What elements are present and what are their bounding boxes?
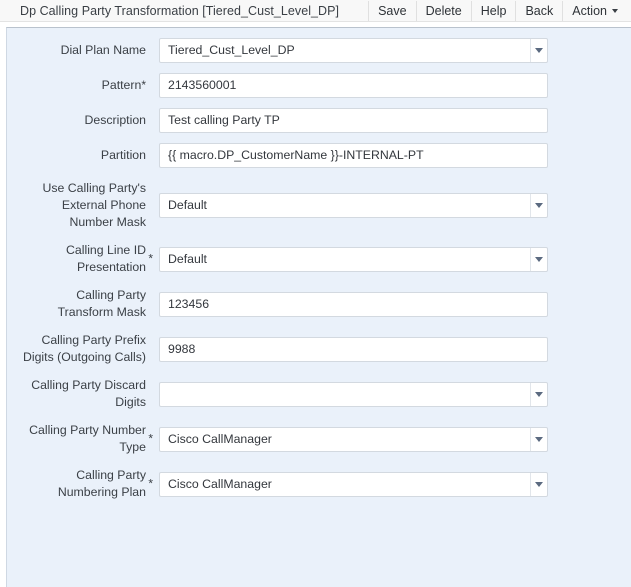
partition-input[interactable] [159, 142, 548, 168]
chevron-down-icon [535, 481, 543, 487]
field-wrapper-pattern [159, 72, 548, 98]
label-calling-line-id-presentation: Calling Line ID Presentation * [7, 242, 153, 276]
chevron-down-icon [535, 47, 543, 53]
label-calling-party-number-type: Calling Party Number Type * [7, 422, 153, 456]
chevron-down-icon [535, 436, 543, 442]
form-row-calling-party-discard-digits: Calling Party Discard Digits [7, 377, 631, 411]
page-title: Dp Calling Party Transformation [Tiered_… [20, 3, 340, 18]
action-menu-button[interactable]: Action [563, 0, 627, 22]
external-phone-number-mask-select[interactable]: Default [159, 193, 548, 218]
form-row-external-phone-number-mask: Use Calling Party's External Phone Numbe… [7, 180, 631, 231]
label-external-phone-number-mask: Use Calling Party's External Phone Numbe… [42, 181, 147, 229]
form-row-calling-party-numbering-plan: Calling Party Numbering Plan * Cisco Call… [7, 467, 631, 501]
action-menu-label: Action [572, 4, 607, 18]
field-wrapper-calling-party-number-type: Cisco CallManager [159, 426, 548, 452]
field-wrapper-partition [159, 142, 548, 168]
window-titlebar: Dp Calling Party Transformation [Tiered_… [0, 0, 631, 22]
calling-party-number-type-select[interactable]: Cisco CallManager [159, 426, 548, 452]
form-row-calling-line-id-presentation: Calling Line ID Presentation * Default [7, 242, 631, 276]
pattern-input[interactable] [159, 72, 548, 98]
label-partition: Partition [100, 147, 146, 162]
calling-party-numbering-plan-select[interactable]: Cisco CallManager [159, 471, 548, 497]
form-row-description: Description [7, 106, 631, 134]
titlebar-action-group: Save Delete Help Back Action [368, 0, 627, 22]
label-pattern-text: Pattern [101, 77, 142, 92]
field-wrapper-dial-plan-name: Tiered_Cust_Level_DP [159, 37, 548, 63]
label-description: Description [84, 112, 146, 127]
form-row-partition: Partition [7, 141, 631, 169]
field-wrapper-calling-party-discard-digits [159, 381, 548, 407]
back-button[interactable]: Back [516, 0, 562, 22]
label-calling-party-discard-digits: Calling Party Discard Digits [31, 378, 146, 409]
form-row-dial-plan-name: Dial Plan Name Tiered_Cust_Level_DP [7, 36, 631, 64]
calling-party-transform-mask-input[interactable] [159, 291, 548, 317]
form-row-pattern: Pattern* [7, 71, 631, 99]
dial-plan-name-dropdown-button[interactable] [530, 38, 547, 62]
form-row-calling-party-transform-mask: Calling Party Transform Mask [7, 287, 631, 321]
label-calling-party-transform-mask: Calling Party Transform Mask [57, 288, 146, 319]
label-calling-party-numbering-plan-text: Calling Party Numbering Plan [57, 468, 146, 499]
calling-party-prefix-digits-input[interactable] [159, 336, 548, 362]
chevron-down-icon [535, 391, 543, 397]
help-button[interactable]: Help [472, 0, 516, 22]
calling-party-discard-digits-select[interactable] [159, 381, 548, 407]
label-pattern: Pattern* [7, 77, 146, 94]
label-calling-party-prefix-digits: Calling Party Prefix Digits (Outgoing Ca… [22, 333, 146, 364]
chevron-down-icon [612, 9, 618, 13]
delete-button[interactable]: Delete [417, 0, 471, 22]
dial-plan-name-select[interactable]: Tiered_Cust_Level_DP [159, 37, 548, 63]
field-wrapper-description [159, 107, 548, 133]
calling-party-discard-digits-dropdown-button[interactable] [530, 382, 547, 406]
field-wrapper-calling-party-transform-mask [159, 291, 548, 317]
field-wrapper-calling-line-id-presentation: Default [159, 246, 548, 272]
required-asterisk: * [148, 476, 153, 491]
label-calling-party-number-type-text: Calling Party Number Type [29, 423, 146, 454]
description-input[interactable] [159, 107, 548, 133]
help-button-label: Help [480, 4, 507, 18]
field-wrapper-calling-party-prefix-digits [159, 336, 548, 362]
calling-line-id-presentation-select[interactable]: Default [159, 246, 548, 272]
external-phone-number-mask-dropdown-button[interactable] [530, 194, 547, 217]
form-row-calling-party-number-type: Calling Party Number Type * Cisco CallMan… [7, 422, 631, 456]
save-button[interactable]: Save [369, 0, 416, 22]
label-calling-line-id-presentation-text: Calling Line ID Presentation [66, 243, 146, 274]
field-wrapper-external-phone-number-mask: Default [159, 193, 548, 218]
required-asterisk: * [148, 251, 153, 266]
save-button-label: Save [378, 4, 407, 18]
required-asterisk: * [141, 77, 146, 92]
label-dial-plan-name: Dial Plan Name [60, 42, 146, 57]
field-wrapper-calling-party-numbering-plan: Cisco CallManager [159, 471, 548, 497]
label-calling-party-numbering-plan: Calling Party Numbering Plan * [7, 467, 153, 501]
chevron-down-icon [535, 256, 543, 262]
calling-party-number-type-dropdown-button[interactable] [530, 427, 547, 451]
calling-party-numbering-plan-dropdown-button[interactable] [530, 472, 547, 496]
required-asterisk: * [148, 431, 153, 446]
form-row-calling-party-prefix-digits: Calling Party Prefix Digits (Outgoing Ca… [7, 332, 631, 366]
back-button-label: Back [525, 4, 554, 18]
calling-line-id-presentation-dropdown-button[interactable] [530, 247, 547, 271]
delete-button-label: Delete [425, 4, 462, 18]
chevron-down-icon [535, 203, 543, 208]
transformation-form-panel: Dial Plan Name Tiered_Cust_Level_DP Patt… [6, 27, 631, 587]
